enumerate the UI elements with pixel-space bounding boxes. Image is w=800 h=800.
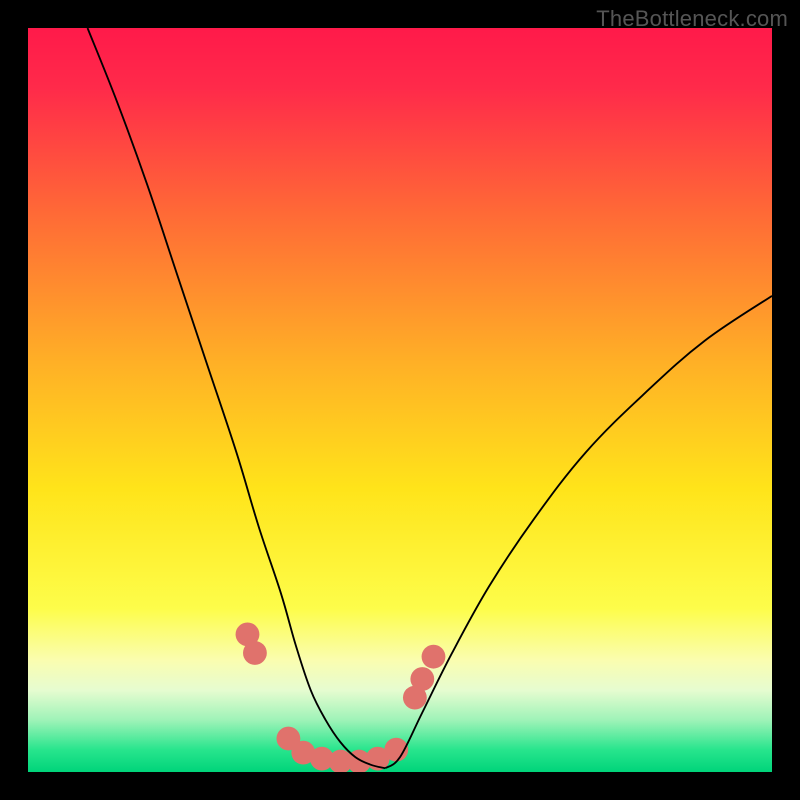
left-curve [88,28,386,768]
right-curve [385,296,772,768]
data-marker [243,641,267,665]
data-marker [422,645,446,669]
watermark-text: TheBottleneck.com [596,6,788,32]
marker-points [236,622,446,772]
data-marker [410,667,434,691]
chart-container: TheBottleneck.com [0,0,800,800]
curve-layer [28,28,772,772]
plot-area [28,28,772,772]
